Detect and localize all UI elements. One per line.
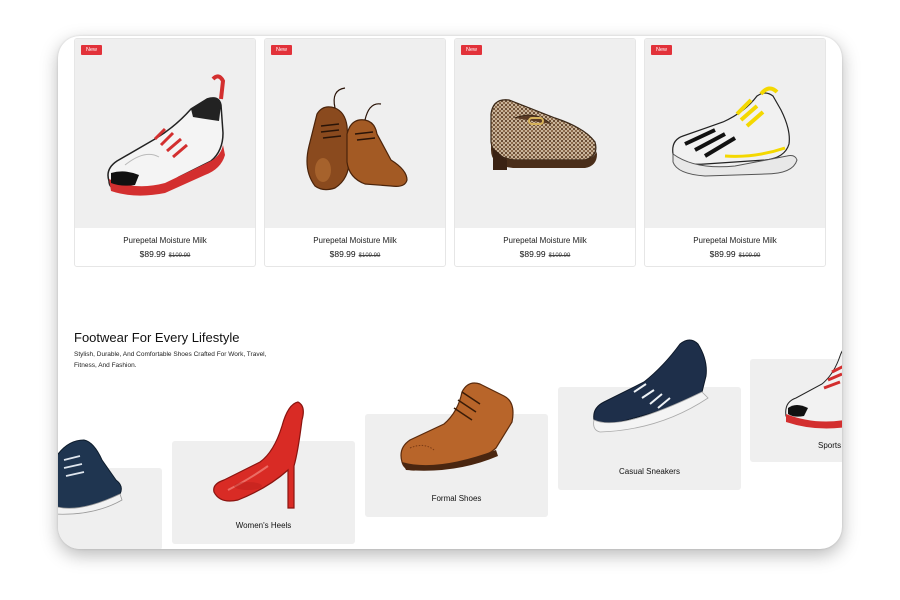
brown-oxford-icon [306, 87, 408, 191]
old-price: $109.99 [738, 253, 761, 259]
product-name[interactable]: Purepetal Moisture Milk [75, 236, 255, 245]
product-image[interactable] [455, 39, 635, 228]
sneaker-red-white-icon [107, 74, 226, 196]
product-price: $89.99 $109.99 [455, 249, 635, 259]
category-label: Sports [818, 441, 842, 450]
product-card[interactable]: New Purepetal Moisture Milk $89.99 $109.9… [454, 38, 636, 267]
product-image[interactable] [265, 39, 445, 228]
product-card[interactable]: New Purepetal Moisture Milk $89.99 $109.9… [74, 38, 256, 267]
current-price: $89.99 [519, 249, 546, 259]
brogue-icon [400, 382, 514, 471]
sport-sneaker-icon [785, 350, 842, 429]
product-price: $89.99 $109.99 [75, 249, 255, 259]
new-badge: New [461, 45, 483, 55]
navy-casual-sneaker-icon [593, 339, 709, 433]
new-badge: New [271, 45, 293, 55]
product-card[interactable]: New Purepetal Moisture Milk $89.99 $109.9… [644, 38, 826, 267]
navy-sneaker-icon [58, 439, 123, 515]
app-frame: New Purepetal Moisture Milk $89.99 $109.9… [58, 36, 842, 549]
product-price: $89.99 $109.99 [265, 249, 445, 259]
product-card[interactable]: New Purepetal Moisture Milk $89.99 $109.9… [264, 38, 446, 267]
product-name[interactable]: Purepetal Moisture Milk [645, 236, 825, 245]
category-label: Casual Sneakers [619, 467, 680, 476]
product-image[interactable] [645, 39, 825, 228]
current-price: $89.99 [139, 249, 166, 259]
product-name[interactable]: Purepetal Moisture Milk [265, 236, 445, 245]
category-label: Women's Heels [235, 521, 292, 530]
new-badge: New [651, 45, 673, 55]
product-price: $89.99 $109.99 [645, 249, 825, 259]
red-heel-icon [213, 401, 304, 509]
section-subtitle: Stylish, Durable, And Comfortable Shoes … [74, 351, 267, 369]
old-price: $109.99 [548, 253, 571, 259]
old-price: $109.99 [358, 253, 381, 259]
current-price: $89.99 [709, 249, 736, 259]
product-image[interactable] [75, 39, 255, 228]
houndstooth-loafer-icon [490, 99, 597, 170]
old-price: $109.99 [168, 253, 191, 259]
current-price: $89.99 [329, 249, 356, 259]
yellow-running-shoe-icon [672, 86, 798, 177]
section-title: Footwear For Every Lifestyle [74, 330, 240, 345]
product-name[interactable]: Purepetal Moisture Milk [455, 236, 635, 245]
category-label: Formal Shoes [431, 494, 482, 503]
new-badge: New [81, 45, 103, 55]
